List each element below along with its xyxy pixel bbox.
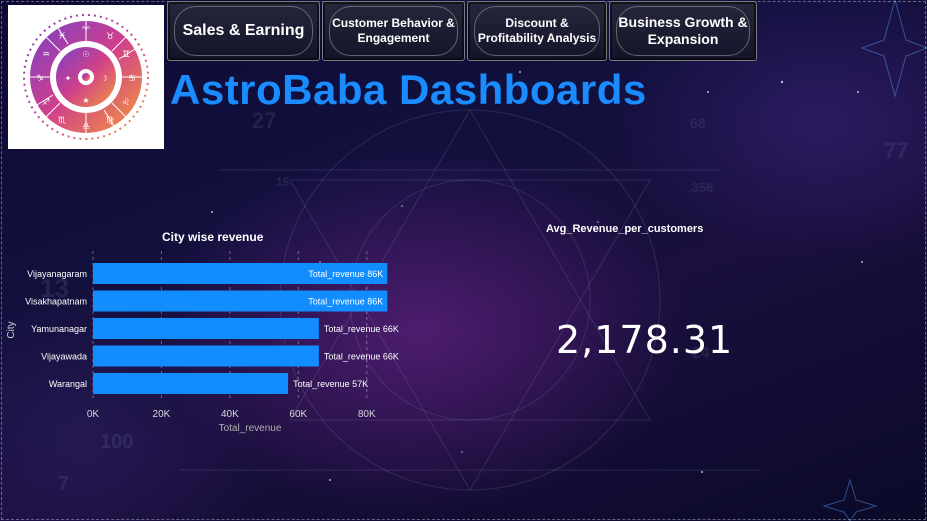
y-tick-label: Warangal [49, 379, 87, 389]
y-tick-label: Yamunanagar [31, 324, 87, 334]
zodiac-wheel-icon: ♈ ♉ ♊ ♋ ♌ ♍ ♎ ♏ ♐ ♑ ♒ ♓ ☉ ☽ ★ ✦ [23, 14, 149, 140]
y-tick-label: Vijayawada [41, 352, 87, 362]
svg-text:7: 7 [58, 473, 69, 495]
nav-customer-behavior-button[interactable]: Customer Behavior & Engagement [322, 1, 465, 61]
page-title: AstroBaba Dashboards [170, 66, 647, 113]
nav-discount-profitability-button[interactable]: Discount & Profitability Analysis [467, 1, 607, 61]
data-label: Total_revenue 86K [308, 297, 383, 307]
data-label: Total_revenue 86K [308, 269, 383, 279]
chart-title: City wise revenue [162, 230, 264, 244]
svg-text:★: ★ [82, 96, 89, 105]
x-axis-title: Total_revenue [219, 423, 282, 434]
bar[interactable] [93, 345, 319, 367]
nav-discount-profitability-label: Discount & Profitability Analysis [477, 16, 597, 45]
nav-business-growth-label: Business Growth & Expansion [618, 13, 748, 48]
svg-text:♒: ♒ [42, 50, 50, 60]
svg-text:♐: ♐ [42, 98, 50, 108]
city-revenue-bar-chart: 0K 20K 40K 60K 80K Vijayanagaram Total_revenue… [6, 251, 399, 434]
y-tick-label: Vijayanagaram [27, 269, 87, 279]
svg-text:.356: .356 [688, 180, 713, 195]
bar[interactable] [93, 318, 319, 339]
zodiac-logo: ♈ ♉ ♊ ♋ ♌ ♍ ♎ ♏ ♐ ♑ ♒ ♓ ☉ ☽ ★ ✦ [8, 5, 164, 149]
svg-text:♉: ♉ [106, 32, 114, 42]
svg-text:77: 77 [884, 138, 908, 163]
svg-text:♍: ♍ [106, 116, 114, 126]
data-label: Total_revenue 66K [324, 324, 399, 334]
svg-text:♊: ♊ [122, 50, 130, 60]
nav-business-growth-button[interactable]: Business Growth & Expansion [609, 1, 757, 61]
svg-text:♋: ♋ [128, 74, 136, 84]
svg-text:☉: ☉ [82, 50, 89, 59]
svg-text:✦: ✦ [65, 74, 72, 83]
kpi-label: Avg_Revenue_per_customers [546, 223, 704, 235]
bar[interactable] [93, 373, 289, 394]
x-tick-label: 80K [358, 409, 376, 420]
y-tick-label: Visakhapatnam [25, 297, 87, 307]
data-label: Total_revenue 66K [324, 352, 399, 362]
svg-text:♑: ♑ [36, 74, 44, 84]
svg-text:♏: ♏ [58, 116, 66, 126]
nav-sales-earning-label: Sales & Earning [182, 22, 305, 39]
nav-sales-earning-button[interactable]: Sales & Earning [167, 1, 320, 61]
kpi-value: 2,178.31 [556, 318, 734, 362]
svg-text:♎: ♎ [82, 122, 90, 132]
svg-text:♓: ♓ [58, 32, 66, 42]
data-label: Total_revenue 57K [293, 379, 368, 389]
svg-text:♈: ♈ [82, 26, 91, 36]
svg-text:♌: ♌ [122, 98, 130, 108]
svg-text:68: 68 [690, 115, 706, 131]
svg-text:15: 15 [276, 175, 290, 189]
nav-customer-behavior-label: Customer Behavior & Engagement [332, 16, 455, 45]
x-tick-label: 40K [221, 409, 239, 420]
svg-text:☽: ☽ [100, 74, 107, 83]
x-tick-label: 60K [289, 409, 307, 420]
y-axis-title: City [6, 321, 17, 338]
x-tick-label: 0K [87, 409, 100, 420]
x-tick-label: 20K [153, 409, 171, 420]
